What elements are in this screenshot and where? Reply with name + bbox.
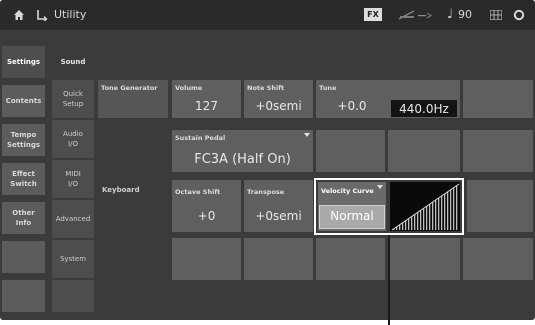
top-bar: Utility FX ♩ 90 [0, 0, 535, 30]
sustain-pedal-value: FC3A (Half On) [194, 152, 291, 167]
tab-contents[interactable]: Contents [2, 85, 45, 117]
page-title: Utility [54, 8, 87, 21]
empty-cell [316, 238, 385, 280]
volume-value: 127 [195, 99, 218, 113]
subnav-system[interactable]: System [52, 240, 94, 278]
tab-tempo-settings[interactable]: Tempo Settings [2, 124, 45, 156]
tab-settings[interactable]: Settings [2, 46, 45, 78]
note-icon: ♩ [446, 7, 454, 22]
subnav-quick-setup[interactable]: Quick Setup [52, 80, 94, 118]
tune-hz-box: 440.0Hz [391, 100, 457, 117]
empty-cell [244, 238, 313, 280]
tab-empty [2, 241, 45, 273]
empty-cell [388, 238, 460, 280]
empty-cell [388, 130, 460, 172]
octave-shift-value: +0 [197, 209, 216, 223]
dropdown-arrow-icon [377, 185, 383, 189]
tune-value: +0.0 [337, 99, 367, 113]
level-meter-icon [398, 0, 434, 30]
grid-icon[interactable] [489, 0, 503, 30]
octave-shift-label: Octave Shift [175, 188, 221, 196]
velocity-curve-value: Normal [330, 209, 374, 223]
volume-label: Volume [175, 84, 203, 92]
velocity-curve-label: Velocity Curve [321, 187, 374, 195]
empty-cell [463, 238, 533, 280]
note-shift-cell[interactable]: Note Shift +0semi [244, 80, 313, 118]
sustain-pedal-label: Sustain Pedal [175, 134, 226, 142]
subnav-advanced[interactable]: Advanced [52, 200, 94, 238]
tempo-value[interactable]: 90 [458, 0, 472, 30]
sustain-pedal-cell[interactable]: Sustain Pedal FC3A (Half On) [172, 130, 313, 172]
tune-label: Tune [319, 84, 337, 92]
tune-hz-value: 440.0Hz [399, 102, 449, 116]
note-shift-value: +0semi [255, 99, 302, 113]
velocity-curve-value-box: Normal [319, 205, 385, 229]
subnav-sound[interactable]: Sound [52, 46, 94, 78]
ring-icon[interactable] [512, 0, 526, 30]
velocity-curve-graph [390, 182, 460, 231]
device-screen: Utility FX ♩ 90 Settings Contents Tempo … [0, 0, 535, 320]
keyboard-section-label: Keyboard [102, 186, 140, 194]
transpose-label: Transpose [247, 188, 285, 196]
empty-cell [463, 130, 533, 172]
subnav-audio-io[interactable]: Audio I/O [52, 120, 94, 158]
home-icon[interactable] [12, 0, 26, 30]
volume-cell[interactable]: Volume 127 [172, 80, 241, 118]
tone-generator-label: Tone Generator [101, 84, 158, 92]
octave-shift-cell[interactable]: Octave Shift +0 [172, 180, 241, 232]
subnav-empty [52, 280, 94, 312]
velocity-curve-cell[interactable]: Velocity Curve Normal [318, 182, 386, 231]
transpose-cell[interactable]: Transpose +0semi [244, 180, 313, 232]
tab-other-info[interactable]: Other Info [2, 202, 45, 234]
fx-badge: FX [364, 8, 382, 21]
note-shift-label: Note Shift [247, 84, 285, 92]
empty-cell [467, 180, 533, 232]
tab-effect-switch[interactable]: Effect Switch [2, 163, 45, 195]
subnav-midi-io[interactable]: MIDI I/O [52, 160, 94, 198]
return-icon[interactable] [35, 0, 49, 30]
transpose-value: +0semi [255, 209, 302, 223]
dropdown-arrow-icon [304, 133, 310, 137]
tune-cell[interactable]: Tune +0.0 440.0Hz [316, 80, 460, 118]
callout-leader-line [388, 235, 390, 325]
empty-cell [463, 80, 533, 118]
tone-generator-section: Tone Generator [98, 80, 168, 118]
empty-cell [172, 238, 241, 280]
tab-empty [2, 280, 45, 312]
empty-cell [316, 130, 385, 172]
